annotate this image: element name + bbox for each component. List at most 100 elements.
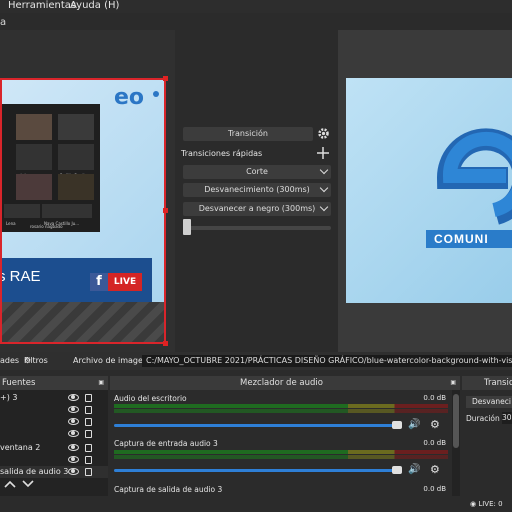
lock-icon[interactable] — [85, 430, 92, 438]
channel-name: Captura de entrada audio 3 — [114, 439, 218, 448]
properties-button[interactable]: ades — [0, 352, 19, 370]
quick-transition-fade[interactable]: Desvanecimiento (300ms) — [183, 183, 331, 197]
quick-transition-label: Desvanecimiento (300ms) — [204, 185, 310, 194]
chevron-up-icon[interactable] — [4, 480, 16, 488]
participant-tile — [58, 114, 94, 140]
image-path-field[interactable]: C:/MAYO_OCTUBRE 2021/PRÁCTICAS DISEÑO GR… — [142, 355, 512, 367]
participant-tile: el rios — [16, 144, 52, 178]
source-name: ventana 2 — [0, 443, 41, 452]
source-name: +) 3 — [0, 393, 18, 402]
live-status-text: LIVE: 0 — [478, 500, 503, 508]
add-icon[interactable] — [317, 147, 329, 159]
properties-bar: ades ⚙ Filtros Archivo de imagen C:/MAYO… — [0, 352, 512, 370]
tbar-track[interactable] — [185, 226, 331, 230]
brand-band: COMUNI — [426, 230, 512, 248]
menu-bar: Herramientas Ayuda (H) — [0, 0, 512, 13]
transition-select[interactable]: Desvaneci — [466, 396, 512, 408]
transition-column: Transición Transiciones rápidas Corte De… — [175, 30, 335, 352]
sources-dock-header: Fuentes ▣ — [0, 376, 108, 390]
mixer-scrollbar[interactable] — [452, 390, 460, 496]
lock-icon[interactable] — [85, 406, 92, 414]
eye-icon[interactable] — [68, 444, 79, 451]
chevron-down-icon — [319, 165, 329, 175]
level-meter — [114, 404, 448, 408]
eye-icon[interactable] — [68, 430, 79, 437]
source-row[interactable]: ventana 2 — [0, 442, 108, 454]
source-row[interactable]: +) 3 — [0, 392, 108, 404]
menu-tools[interactable]: Herramientas — [8, 0, 76, 12]
preview-canvas[interactable]: eo el rios Padilla Santiago Lena Nava Ca… — [0, 78, 166, 344]
participant-tile — [16, 174, 52, 200]
level-meter — [114, 455, 448, 459]
volume-slider[interactable] — [114, 424, 394, 427]
participant-tile: Nava Castillo Ju... — [42, 204, 92, 226]
obs-window: Herramientas Ayuda (H) a eo el rios Padi… — [0, 0, 512, 512]
participant-tile: Padilla Santiago — [58, 144, 94, 178]
banner-text: s RAE — [0, 268, 41, 285]
lock-icon[interactable] — [85, 468, 92, 476]
resize-handle[interactable] — [163, 341, 168, 346]
quick-transition-label: Desvanecer a negro (300ms) — [198, 204, 316, 213]
striped-overlay — [2, 302, 164, 342]
brand-text: COMUNI — [434, 232, 489, 246]
sources-list[interactable]: +) 3 ventana 2 salida de audio 3 — [0, 390, 108, 496]
svg-text:eo: eo — [114, 85, 144, 110]
volume-handle[interactable] — [392, 421, 402, 429]
image-file-label: Archivo de imagen — [73, 356, 148, 365]
speaker-icon[interactable]: 🔊 — [408, 419, 420, 430]
volume-slider[interactable] — [114, 469, 394, 472]
eye-icon[interactable] — [68, 456, 79, 463]
menu-help[interactable]: Ayuda (H) — [70, 0, 119, 12]
resize-handle[interactable] — [163, 76, 168, 81]
duration-input[interactable]: 30 — [502, 412, 512, 424]
eye-icon[interactable] — [68, 394, 79, 401]
transitions-dock-header: Transici — [462, 376, 512, 390]
level-meter — [114, 450, 448, 454]
mixer-dock-header: Mezclador de audio ▣ — [110, 376, 460, 390]
channel-db: 0.0 dB — [423, 394, 446, 402]
gear-icon[interactable]: ⚙ — [430, 464, 441, 475]
lock-icon[interactable] — [85, 394, 92, 402]
channel-name: Captura de salida de audio 3 — [114, 485, 223, 494]
eye-icon[interactable] — [68, 468, 79, 475]
chevron-down-icon — [319, 183, 329, 193]
meeting-caption: rosario nagbado — [30, 224, 63, 229]
mixer-title: Mezclador de audio — [240, 378, 323, 388]
status-bar: ◉ LIVE: 0 — [0, 498, 512, 512]
lock-icon[interactable] — [85, 444, 92, 452]
scrollbar-thumb[interactable] — [453, 394, 459, 448]
speaker-icon[interactable]: 🔊 — [408, 464, 420, 475]
brand-e-logo-icon — [436, 128, 512, 225]
channel-db: 0.0 dB — [423, 485, 446, 493]
chevron-down-icon — [319, 202, 329, 212]
source-row[interactable] — [0, 428, 108, 440]
window-subtitle: a — [0, 17, 7, 28]
undock-icon[interactable]: ▣ — [98, 376, 104, 390]
lock-icon[interactable] — [85, 418, 92, 426]
transitions-dock: Desvaneci Duración 30 — [462, 390, 512, 496]
source-row[interactable] — [0, 404, 108, 416]
duration-label: Duración — [466, 414, 500, 423]
channel-name: Audio del escritorio — [114, 394, 187, 403]
volume-handle[interactable] — [392, 466, 402, 474]
source-row[interactable] — [0, 454, 108, 466]
source-row[interactable] — [0, 416, 108, 428]
participant-name: Lena — [6, 221, 16, 226]
resize-handle[interactable] — [163, 208, 168, 213]
transitions-title: Transici — [484, 378, 512, 388]
source-row[interactable]: salida de audio 3 — [0, 466, 108, 478]
eye-icon[interactable] — [68, 406, 79, 413]
channel-db: 0.0 dB — [423, 439, 446, 447]
gear-icon[interactable] — [317, 127, 330, 140]
undock-icon[interactable]: ▣ — [450, 376, 456, 390]
transition-button[interactable]: Transición — [183, 127, 313, 141]
eye-icon[interactable] — [68, 418, 79, 425]
tbar-handle[interactable] — [183, 219, 191, 235]
quick-transition-fade-black[interactable]: Desvanecer a negro (300ms) — [183, 202, 331, 216]
lock-icon[interactable] — [85, 456, 92, 464]
program-canvas: COMUNI — [346, 78, 512, 303]
quick-transition-cut[interactable]: Corte — [183, 165, 331, 179]
chevron-down-icon[interactable] — [22, 480, 34, 488]
sources-title: Fuentes — [2, 378, 36, 388]
gear-icon[interactable]: ⚙ — [430, 419, 441, 430]
